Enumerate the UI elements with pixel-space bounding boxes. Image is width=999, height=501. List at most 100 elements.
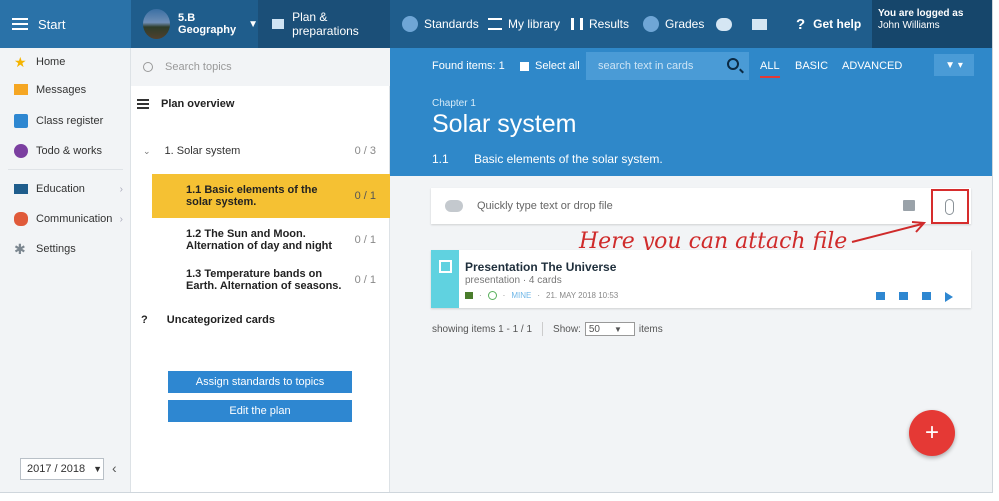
- subtopic-count: 0 / 1: [354, 190, 376, 202]
- filter-basic-tab[interactable]: BASIC: [795, 60, 828, 72]
- nav-plan-label: Plan & preparations: [292, 10, 359, 38]
- class-subject: Geography: [178, 24, 237, 36]
- card-item[interactable]: Presentation The Universe presentation ·…: [431, 250, 971, 308]
- subtopic-title-cont: solar system.: [186, 196, 257, 208]
- sidebar-item-label: Communication: [36, 213, 113, 225]
- nav-my-library[interactable]: My library: [488, 0, 560, 48]
- class-avatar: [143, 9, 171, 39]
- show-label: Show:: [553, 323, 581, 335]
- help-button[interactable]: ? Get help: [796, 0, 861, 48]
- card-search-placeholder: search text in cards: [598, 60, 694, 72]
- nav-standards[interactable]: Standards: [402, 0, 479, 48]
- envelope-icon: [752, 18, 767, 30]
- nav-grades[interactable]: Grades: [643, 0, 704, 48]
- card-owner: MINE: [511, 291, 532, 300]
- search-icon[interactable]: [727, 58, 739, 70]
- sidebar-item-education[interactable]: Education ›: [0, 177, 131, 201]
- image-icon[interactable]: [903, 200, 915, 211]
- subtopic-row[interactable]: 1.2 The Sun and Moon. Alternation of day…: [152, 218, 390, 262]
- user-name: John Williams: [878, 20, 940, 31]
- plan-overview-link[interactable]: Plan overview: [137, 98, 234, 110]
- chat-button[interactable]: [716, 0, 732, 48]
- topic-row[interactable]: ⌄ 1. Solar system 0 / 3: [131, 144, 390, 158]
- hamburger-icon: [12, 18, 28, 30]
- cloud-upload-icon: [445, 200, 463, 212]
- filter-dropdown-button[interactable]: ▼ ▾: [934, 54, 974, 76]
- sidebar-item-label: Messages: [36, 84, 87, 96]
- subtopic-row-active[interactable]: 1.1 Basic elements of the solar system. …: [152, 174, 390, 218]
- add-card-fab[interactable]: +: [909, 410, 955, 456]
- user-status: You are logged as: [878, 8, 964, 19]
- sidebar-item-label: Class register: [36, 115, 104, 127]
- folder-icon[interactable]: [876, 292, 885, 300]
- filter-advanced-tab[interactable]: ADVANCED: [842, 60, 902, 72]
- nav-library-label: My library: [508, 17, 561, 31]
- school-year-value: 2017 / 2018: [27, 463, 86, 475]
- grades-icon: [643, 16, 659, 32]
- start-menu-button[interactable]: Start: [0, 0, 131, 48]
- sidebar-item-todo[interactable]: Todo & works: [0, 139, 131, 163]
- subtopic-title: 1.1 Basic elements of the: [186, 184, 318, 196]
- subtopic-title: 1.2 The Sun and Moon.: [186, 228, 306, 240]
- sidebar-item-settings[interactable]: ✱ Settings: [0, 237, 131, 261]
- filter-all-tab[interactable]: ALL: [760, 60, 780, 78]
- chevron-down-icon: ▼: [93, 464, 103, 474]
- showing-items-text: showing items 1 - 1 / 1: [432, 323, 533, 335]
- select-all-checkbox[interactable]: Select all: [520, 60, 580, 72]
- nav-grades-label: Grades: [665, 17, 705, 31]
- app-window: Start 5.B Geography ▼ Plan & preparation…: [0, 0, 993, 493]
- sidebar-item-label: Settings: [36, 243, 76, 255]
- subtopic-number: 1.1: [432, 152, 449, 166]
- class-selector[interactable]: 5.B Geography ▼: [131, 0, 258, 48]
- envelope-icon: [14, 84, 28, 95]
- collapse-sidebar-button[interactable]: ‹: [112, 460, 117, 476]
- user-menu[interactable]: You are logged as John Williams: [872, 0, 992, 48]
- search-icon: [143, 62, 153, 72]
- subtopic-heading: Basic elements of the solar system.: [474, 152, 663, 166]
- todo-icon: [14, 144, 28, 158]
- play-icon[interactable]: [945, 292, 953, 302]
- funnel-icon: ▼ ▾: [945, 59, 963, 71]
- search-topics-input[interactable]: Search topics: [131, 48, 390, 86]
- sidebar-item-label: Home: [36, 56, 66, 68]
- topics-panel: Search topics Plan overview ⌄ 1. Solar s…: [131, 48, 390, 492]
- class-code: 5.B: [178, 12, 196, 24]
- pagination-bar: showing items 1 - 1 / 1 Show: 50 ▼ items: [432, 322, 663, 336]
- chevron-down-icon: ▼: [248, 18, 258, 30]
- subtopic-count: 0 / 1: [354, 234, 376, 246]
- pencil-icon[interactable]: [922, 292, 931, 300]
- list-icon: [137, 99, 149, 109]
- uncategorized-cards-link[interactable]: ? Uncategorized cards: [141, 314, 291, 326]
- page-size-select[interactable]: 50 ▼: [584, 322, 635, 336]
- paperclip-icon: [945, 199, 954, 215]
- card-checkbox[interactable]: [439, 260, 452, 273]
- nav-plan-preparations[interactable]: Plan & preparations: [258, 0, 390, 48]
- library-icon: [488, 18, 502, 30]
- school-year-select[interactable]: 2017 / 2018 ▼: [20, 458, 104, 480]
- gear-icon: ✱: [14, 241, 26, 257]
- chat-icon: [716, 17, 732, 31]
- sidebar: ★ Home Messages Class register Todo & wo…: [0, 48, 131, 492]
- attach-file-button[interactable]: [931, 189, 969, 224]
- edit-plan-button[interactable]: Edit the plan: [168, 400, 352, 422]
- card-title[interactable]: Presentation The Universe: [465, 260, 616, 274]
- quick-add-placeholder: Quickly type text or drop file: [477, 200, 613, 212]
- sidebar-item-home[interactable]: ★ Home: [0, 50, 131, 74]
- star-icon: ★: [14, 54, 27, 70]
- assign-standards-button[interactable]: Assign standards to topics: [168, 371, 352, 393]
- mail-button[interactable]: [752, 0, 767, 48]
- sidebar-item-communication[interactable]: Communication ›: [0, 207, 131, 231]
- card-search-input[interactable]: search text in cards: [586, 52, 749, 80]
- briefcase-icon: [272, 19, 285, 29]
- sidebar-item-messages[interactable]: Messages: [0, 80, 131, 104]
- card-actions: [876, 292, 953, 302]
- move-icon[interactable]: [899, 292, 908, 300]
- sidebar-item-label: Education: [36, 183, 85, 195]
- sidebar-item-class-register[interactable]: Class register: [0, 109, 131, 133]
- chapter-label: Chapter 1: [432, 98, 476, 109]
- help-label: Get help: [813, 17, 862, 31]
- nav-results[interactable]: Results: [571, 0, 629, 48]
- sidebar-item-label: Todo & works: [36, 145, 103, 157]
- register-icon: [14, 114, 28, 128]
- subtopic-row[interactable]: 1.3 Temperature bands on Earth. Alternat…: [152, 258, 390, 302]
